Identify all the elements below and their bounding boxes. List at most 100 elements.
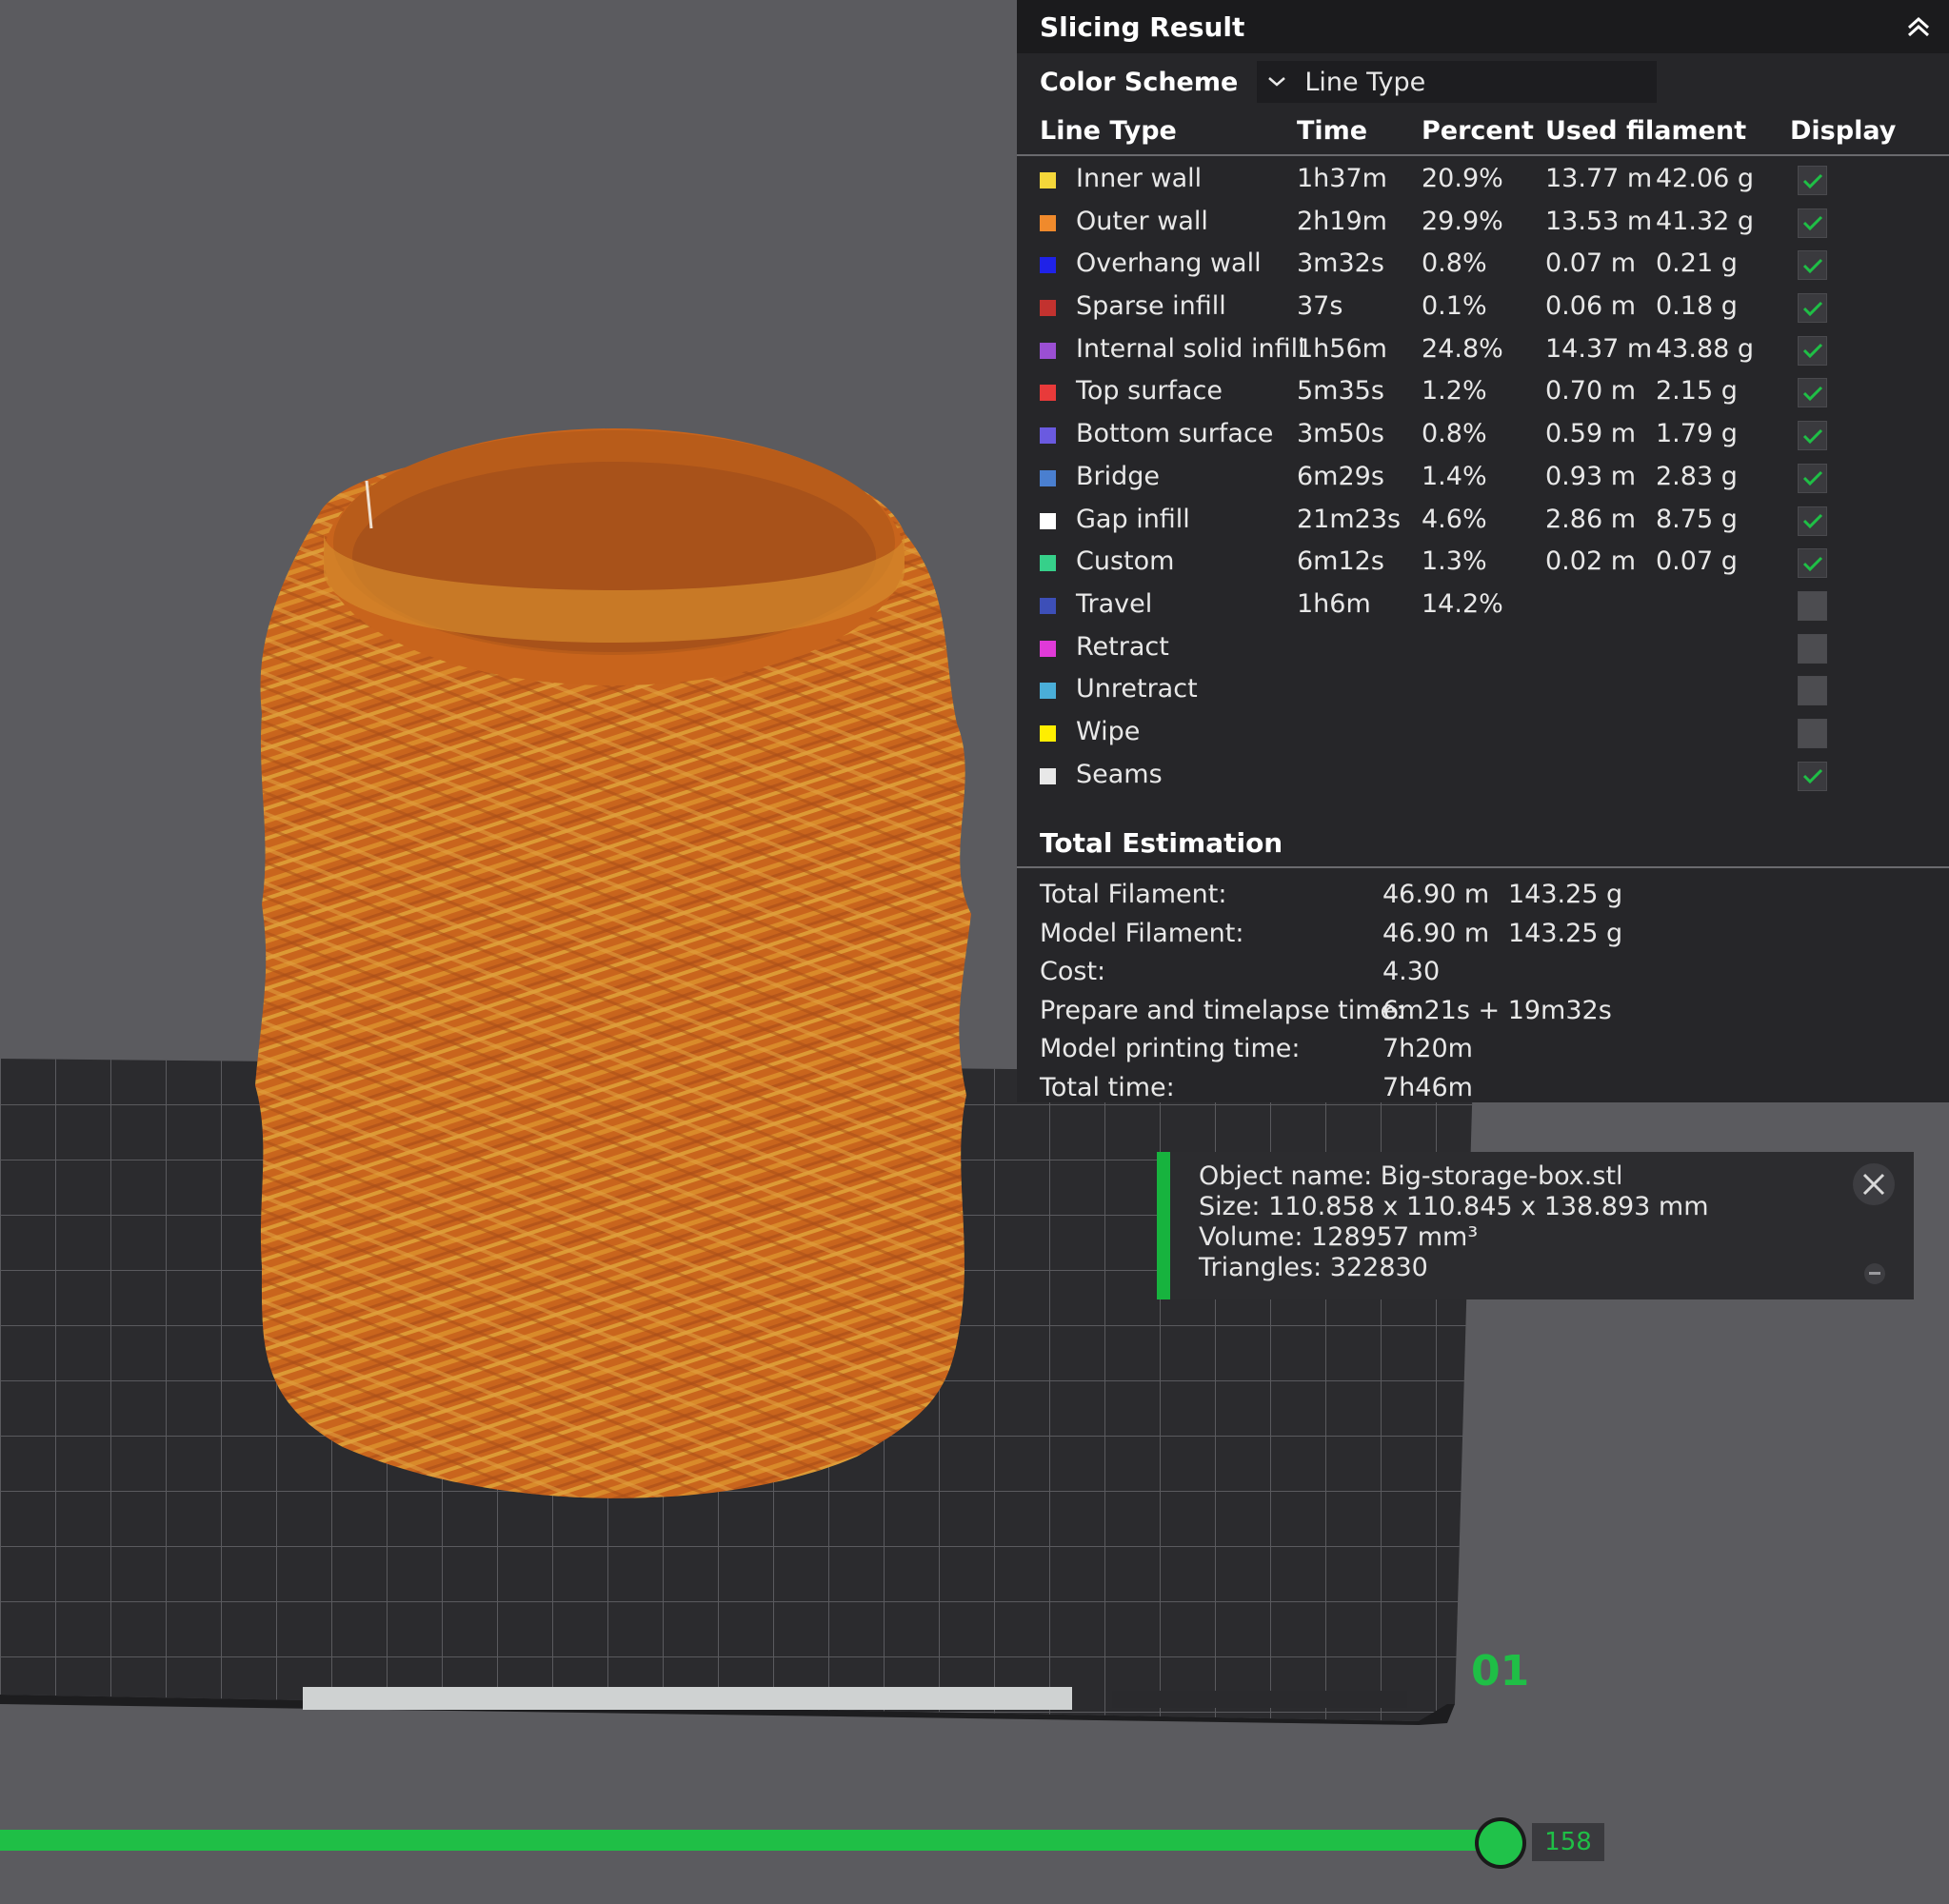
line-percent: 4.6% bbox=[1422, 504, 1487, 534]
collapse-button[interactable] bbox=[1901, 10, 1936, 44]
color-swatch bbox=[1040, 597, 1056, 614]
color-swatch bbox=[1040, 724, 1056, 742]
panel-title: Slicing Result bbox=[1040, 10, 1245, 43]
line-time: 2h19m bbox=[1297, 206, 1387, 236]
total-value-2: 143.25 g bbox=[1508, 880, 1623, 910]
line-type-row: Gap infill 21m23s 4.6% 2.86 m 8.75 g bbox=[1017, 501, 1949, 544]
total-label: Model printing time: bbox=[1040, 1034, 1301, 1064]
object-volume: Volume: 128957 mm³ bbox=[1199, 1222, 1479, 1252]
line-time: 1h37m bbox=[1297, 164, 1387, 193]
display-checkbox[interactable] bbox=[1798, 208, 1827, 238]
line-filament-weight: 1.79 g bbox=[1656, 419, 1738, 449]
display-checkbox[interactable] bbox=[1798, 548, 1827, 579]
display-checkbox[interactable] bbox=[1798, 335, 1827, 366]
line-time: 37s bbox=[1297, 291, 1343, 322]
line-type-label: Outer wall bbox=[1076, 206, 1208, 236]
total-estimation-table: Total Filament: 46.90 m 143.25 g Model Fila… bbox=[1017, 868, 1949, 1105]
total-value: 7h46m bbox=[1382, 1072, 1473, 1102]
line-type-row: Custom 6m12s 1.3% 0.02 m 0.07 g bbox=[1017, 543, 1949, 585]
checkmark-icon bbox=[1802, 258, 1822, 273]
display-checkbox[interactable] bbox=[1798, 421, 1827, 451]
line-filament-length: 0.07 m bbox=[1545, 248, 1637, 279]
line-filament-weight: 2.15 g bbox=[1656, 376, 1738, 407]
line-percent: 0.8% bbox=[1422, 248, 1487, 279]
total-row: Total time: 7h46m bbox=[1017, 1067, 1949, 1106]
display-checkbox[interactable] bbox=[1798, 250, 1827, 281]
line-type-label: Wipe bbox=[1076, 716, 1141, 746]
line-type-label: Bottom surface bbox=[1076, 419, 1274, 449]
close-icon bbox=[1862, 1173, 1885, 1196]
minus-icon bbox=[1869, 1272, 1880, 1275]
line-filament-weight: 8.75 g bbox=[1656, 504, 1738, 534]
header-line-type: Line Type bbox=[1040, 116, 1177, 146]
line-type-row: Wipe bbox=[1017, 713, 1949, 756]
color-swatch bbox=[1040, 257, 1056, 274]
display-checkbox[interactable] bbox=[1798, 378, 1827, 408]
header-used-filament: Used filament bbox=[1545, 116, 1747, 146]
display-checkbox[interactable] bbox=[1798, 718, 1827, 748]
line-filament-weight: 2.83 g bbox=[1656, 461, 1738, 491]
line-percent: 0.1% bbox=[1422, 291, 1487, 322]
display-checkbox[interactable] bbox=[1798, 293, 1827, 324]
total-row: Cost: 4.30 bbox=[1017, 951, 1949, 990]
line-type-label: Retract bbox=[1076, 631, 1169, 662]
line-type-row: Bottom surface 3m50s 0.8% 0.59 m 1.79 g bbox=[1017, 415, 1949, 458]
line-filament-weight: 0.21 g bbox=[1656, 248, 1738, 279]
line-filament-length: 0.59 m bbox=[1545, 419, 1637, 449]
line-percent: 24.8% bbox=[1422, 333, 1503, 364]
line-type-label: Bridge bbox=[1076, 461, 1161, 491]
line-filament-weight: 41.32 g bbox=[1656, 206, 1755, 236]
color-scheme-dropdown[interactable]: Line Type bbox=[1257, 61, 1658, 103]
color-scheme-label: Color Scheme bbox=[1040, 67, 1239, 97]
color-swatch bbox=[1040, 300, 1056, 317]
display-checkbox[interactable] bbox=[1798, 166, 1827, 195]
line-time: 3m50s bbox=[1297, 419, 1384, 449]
line-type-label: Overhang wall bbox=[1076, 248, 1262, 279]
display-checkbox[interactable] bbox=[1798, 633, 1827, 664]
display-checkbox[interactable] bbox=[1798, 590, 1827, 621]
display-checkbox[interactable] bbox=[1798, 676, 1827, 706]
display-checkbox[interactable] bbox=[1798, 506, 1827, 536]
model-storage-box[interactable] bbox=[255, 428, 971, 1498]
color-swatch bbox=[1040, 214, 1056, 231]
line-filament-length: 13.77 m bbox=[1545, 164, 1653, 193]
line-percent: 20.9% bbox=[1422, 164, 1503, 193]
color-swatch bbox=[1040, 767, 1056, 784]
object-size: Size: 110.858 x 110.845 x 138.893 mm bbox=[1199, 1192, 1709, 1221]
line-type-row: Outer wall 2h19m 29.9% 13.53 m 41.32 g bbox=[1017, 203, 1949, 246]
color-scheme-value: Line Type bbox=[1304, 67, 1426, 97]
total-value: 6m21s + 19m32s bbox=[1382, 995, 1612, 1025]
display-checkbox[interactable] bbox=[1798, 761, 1827, 791]
total-label: Model Filament: bbox=[1040, 918, 1244, 948]
color-swatch bbox=[1040, 555, 1056, 572]
total-estimation-title: Total Estimation bbox=[1017, 819, 1949, 869]
total-value: 46.90 m bbox=[1382, 880, 1490, 910]
display-checkbox[interactable] bbox=[1798, 463, 1827, 493]
line-type-label: Sparse infill bbox=[1076, 291, 1226, 322]
object-name: Object name: Big-storage-box.stl bbox=[1199, 1161, 1623, 1191]
line-type-row: Sparse infill 37s 0.1% 0.06 m 0.18 g bbox=[1017, 288, 1949, 330]
color-swatch bbox=[1040, 683, 1056, 700]
line-time: 6m12s bbox=[1297, 546, 1384, 577]
header-percent: Percent bbox=[1422, 116, 1534, 146]
total-label: Total time: bbox=[1040, 1072, 1175, 1102]
line-type-row: Internal solid infill 1h56m 24.8% 14.37 m 43… bbox=[1017, 330, 1949, 373]
panel-header: Slicing Result bbox=[1017, 0, 1949, 53]
chevron-down-icon bbox=[1268, 77, 1286, 87]
close-button[interactable] bbox=[1853, 1163, 1895, 1205]
line-time: 6m29s bbox=[1297, 461, 1384, 491]
line-type-row: Travel 1h6m 14.2% bbox=[1017, 585, 1949, 628]
minimize-button[interactable] bbox=[1864, 1263, 1885, 1284]
line-filament-length: 14.37 m bbox=[1545, 333, 1653, 364]
color-swatch bbox=[1040, 640, 1056, 657]
checkmark-icon bbox=[1802, 471, 1822, 486]
line-type-label: Internal solid infill bbox=[1076, 333, 1305, 364]
color-swatch bbox=[1040, 512, 1056, 529]
layer-slider-handle[interactable] bbox=[1479, 1821, 1522, 1865]
line-percent: 14.2% bbox=[1422, 588, 1503, 619]
color-swatch bbox=[1040, 342, 1056, 359]
checkmark-icon bbox=[1802, 386, 1822, 402]
line-type-label: Travel bbox=[1076, 588, 1153, 619]
checkmark-icon bbox=[1802, 428, 1822, 444]
layer-slider-track[interactable] bbox=[0, 1830, 1501, 1851]
